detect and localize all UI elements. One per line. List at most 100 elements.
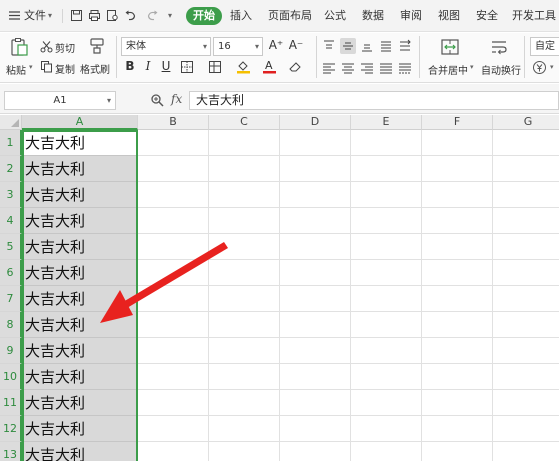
scissors-icon[interactable] bbox=[40, 40, 53, 53]
cell-a5[interactable]: 大吉大利 bbox=[22, 234, 137, 260]
cell-g5[interactable] bbox=[493, 234, 559, 260]
cell-d3[interactable] bbox=[280, 182, 351, 208]
quick-access-chevron-icon[interactable]: ▾ bbox=[168, 8, 172, 24]
tab-developer[interactable]: 开发工具 bbox=[512, 7, 556, 25]
redo-icon[interactable] bbox=[146, 9, 159, 22]
copy-icon[interactable] bbox=[40, 60, 53, 73]
row-header-4[interactable]: 4 bbox=[0, 208, 22, 234]
cell-e11[interactable] bbox=[351, 390, 422, 416]
paste-button[interactable]: 粘贴 bbox=[6, 62, 26, 77]
cell-g13[interactable] bbox=[493, 442, 559, 461]
cell-b9[interactable] bbox=[138, 338, 209, 364]
formula-input[interactable]: 大吉大利 bbox=[189, 91, 559, 110]
cell-b3[interactable] bbox=[138, 182, 209, 208]
cell-b5[interactable] bbox=[138, 234, 209, 260]
copy-button[interactable]: 复制 bbox=[55, 61, 75, 76]
cell-b10[interactable] bbox=[138, 364, 209, 390]
row-header-2[interactable]: 2 bbox=[0, 156, 22, 182]
cell-b1[interactable] bbox=[138, 130, 209, 156]
cell-e2[interactable] bbox=[351, 156, 422, 182]
currency-chevron-icon[interactable]: ▾ bbox=[550, 63, 554, 71]
cell-d9[interactable] bbox=[280, 338, 351, 364]
tab-data[interactable]: 数据 bbox=[362, 7, 384, 25]
cell-style-icon[interactable] bbox=[208, 60, 222, 74]
cell-g12[interactable] bbox=[493, 416, 559, 442]
cell-b13[interactable] bbox=[138, 442, 209, 461]
print-icon[interactable] bbox=[88, 9, 101, 22]
cell-b11[interactable] bbox=[138, 390, 209, 416]
name-box[interactable]: A1 ▾ bbox=[4, 91, 116, 110]
cell-e9[interactable] bbox=[351, 338, 422, 364]
cell-b12[interactable] bbox=[138, 416, 209, 442]
cell-e12[interactable] bbox=[351, 416, 422, 442]
orientation-icon[interactable] bbox=[397, 38, 413, 54]
cell-a2[interactable]: 大吉大利 bbox=[22, 156, 137, 182]
print-preview-icon[interactable] bbox=[106, 9, 119, 22]
cell-e13[interactable] bbox=[351, 442, 422, 461]
currency-icon[interactable] bbox=[532, 60, 547, 75]
cell-f13[interactable] bbox=[422, 442, 493, 461]
cell-e6[interactable] bbox=[351, 260, 422, 286]
row-header-3[interactable]: 3 bbox=[0, 182, 22, 208]
merge-chevron-icon[interactable]: ▾ bbox=[470, 63, 474, 71]
font-size-select[interactable]: 16 ▾ bbox=[213, 37, 263, 56]
cell-g11[interactable] bbox=[493, 390, 559, 416]
cell-d8[interactable] bbox=[280, 312, 351, 338]
cell-f9[interactable] bbox=[422, 338, 493, 364]
cell-c4[interactable] bbox=[209, 208, 280, 234]
cell-e1[interactable] bbox=[351, 130, 422, 156]
bold-button[interactable]: B bbox=[123, 59, 137, 73]
number-format-select[interactable]: 自定 bbox=[530, 37, 559, 56]
cell-a6[interactable]: 大吉大利 bbox=[22, 260, 137, 286]
cell-a11[interactable]: 大吉大利 bbox=[22, 390, 137, 416]
column-header-d[interactable]: D bbox=[280, 115, 351, 130]
cell-d4[interactable] bbox=[280, 208, 351, 234]
cell-g9[interactable] bbox=[493, 338, 559, 364]
zoom-icon[interactable] bbox=[150, 93, 164, 107]
cell-a8[interactable]: 大吉大利 bbox=[22, 312, 137, 338]
row-header-10[interactable]: 10 bbox=[0, 364, 22, 390]
cell-d2[interactable] bbox=[280, 156, 351, 182]
tab-review[interactable]: 审阅 bbox=[400, 7, 422, 25]
shrink-font-button[interactable]: A⁻ bbox=[288, 38, 304, 52]
underline-button[interactable]: U bbox=[159, 59, 173, 73]
column-header-a[interactable]: A bbox=[22, 115, 138, 130]
cell-f5[interactable] bbox=[422, 234, 493, 260]
cell-c8[interactable] bbox=[209, 312, 280, 338]
row-header-13[interactable]: 13 bbox=[0, 442, 22, 461]
tab-home[interactable]: 开始 bbox=[186, 7, 222, 25]
eraser-icon[interactable] bbox=[288, 60, 303, 74]
align-left-icon[interactable] bbox=[321, 60, 337, 76]
row-header-8[interactable]: 8 bbox=[0, 312, 22, 338]
cell-f6[interactable] bbox=[422, 260, 493, 286]
tab-formulas[interactable]: 公式 bbox=[324, 7, 346, 25]
cell-e8[interactable] bbox=[351, 312, 422, 338]
cell-d10[interactable] bbox=[280, 364, 351, 390]
font-name-select[interactable]: 宋体 ▾ bbox=[121, 37, 211, 56]
file-menu[interactable]: 文件 bbox=[24, 8, 46, 24]
cell-f4[interactable] bbox=[422, 208, 493, 234]
cell-c12[interactable] bbox=[209, 416, 280, 442]
column-header-e[interactable]: E bbox=[351, 115, 422, 130]
cell-f10[interactable] bbox=[422, 364, 493, 390]
align-top-icon[interactable] bbox=[321, 38, 337, 54]
merge-cells-icon[interactable] bbox=[440, 37, 460, 57]
cell-c11[interactable] bbox=[209, 390, 280, 416]
wrap-text-icon[interactable] bbox=[489, 37, 509, 57]
tab-page-layout[interactable]: 页面布局 bbox=[268, 7, 312, 25]
cell-c5[interactable] bbox=[209, 234, 280, 260]
cell-a7[interactable]: 大吉大利 bbox=[22, 286, 137, 312]
cell-c6[interactable] bbox=[209, 260, 280, 286]
cell-f3[interactable] bbox=[422, 182, 493, 208]
cell-g8[interactable] bbox=[493, 312, 559, 338]
cell-g3[interactable] bbox=[493, 182, 559, 208]
cell-c1[interactable] bbox=[209, 130, 280, 156]
align-right-icon[interactable] bbox=[359, 60, 375, 76]
cell-f7[interactable] bbox=[422, 286, 493, 312]
cell-b7[interactable] bbox=[138, 286, 209, 312]
wrap-lines-icon[interactable] bbox=[378, 38, 394, 54]
fx-label[interactable]: fx bbox=[171, 92, 182, 106]
cell-g2[interactable] bbox=[493, 156, 559, 182]
cell-e4[interactable] bbox=[351, 208, 422, 234]
cell-d11[interactable] bbox=[280, 390, 351, 416]
